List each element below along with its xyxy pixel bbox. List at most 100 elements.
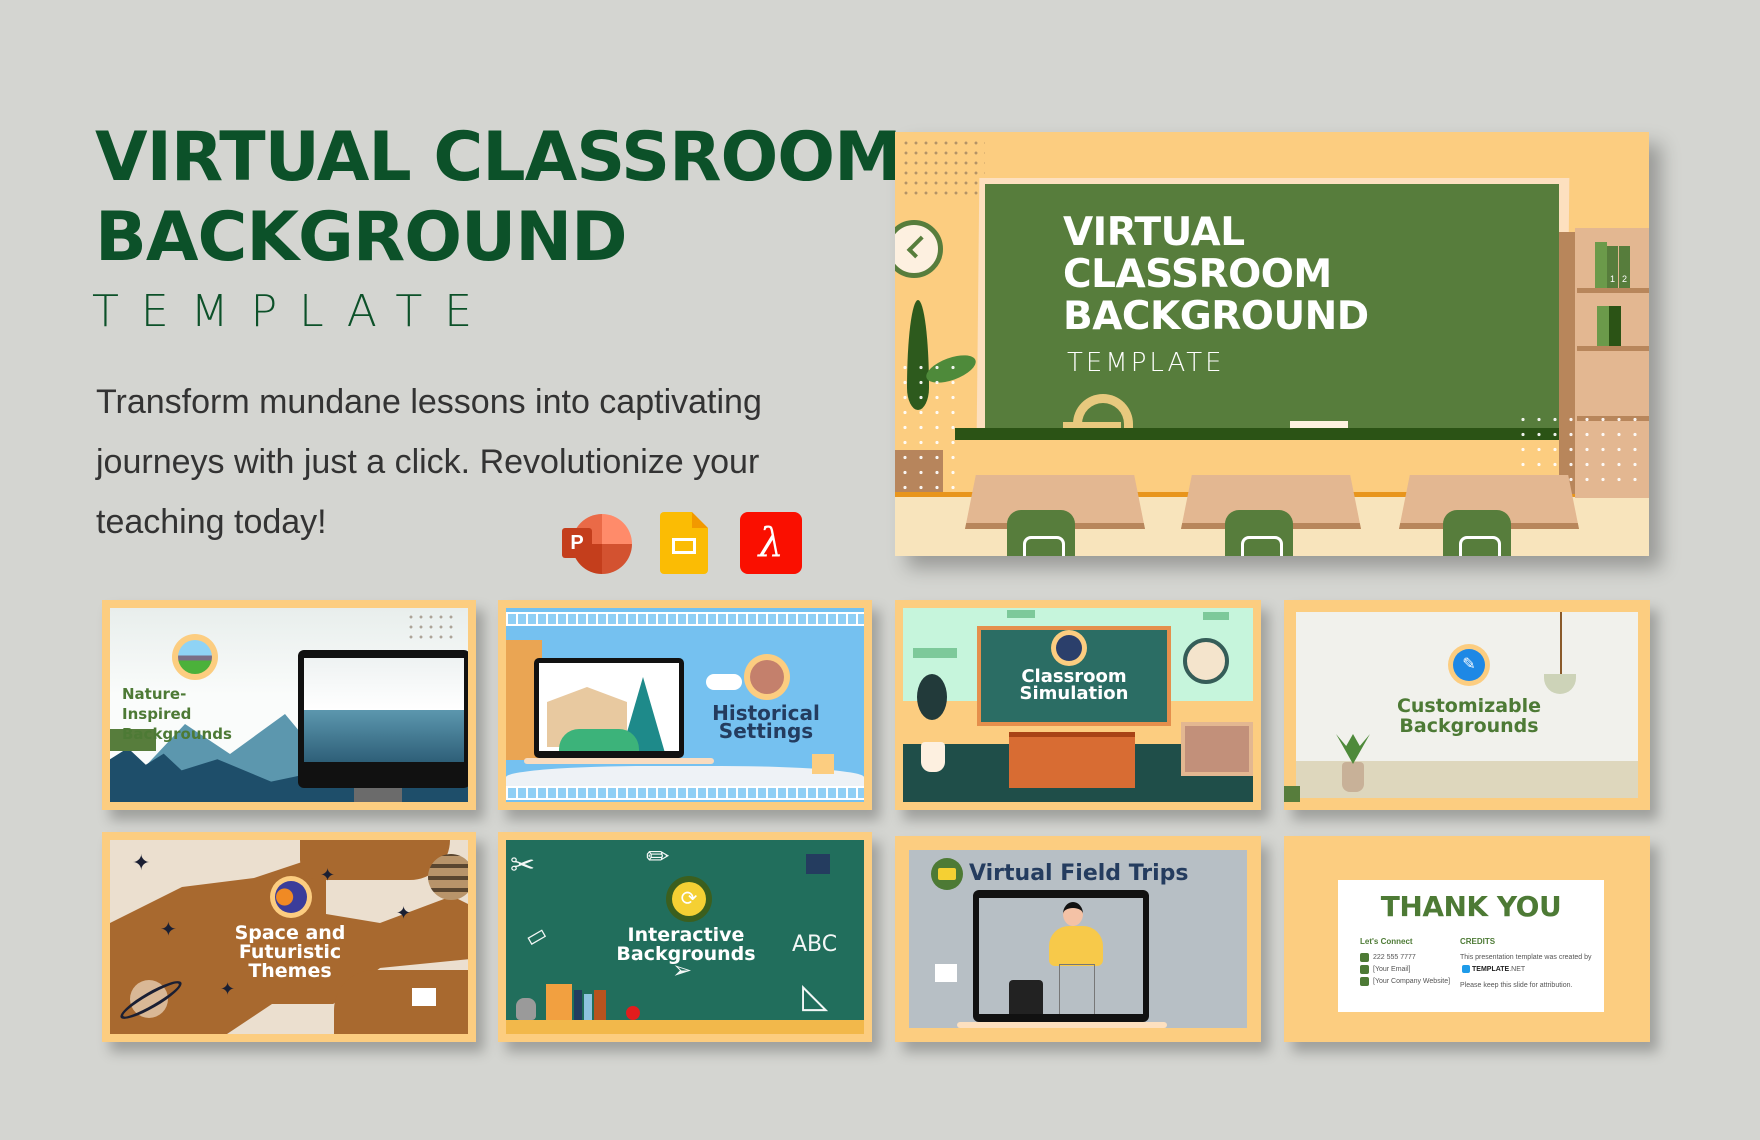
globe-icon [1360, 976, 1369, 986]
pencil-icon-glyph: ✎ [1453, 649, 1485, 681]
hanging-planter-rope [1560, 612, 1562, 676]
phone-icon [1360, 952, 1369, 962]
slide-thumbnail-customizable[interactable]: ✎ Customizable Backgrounds [1284, 600, 1650, 810]
wall-clock-icon [1183, 638, 1229, 684]
bus-icon-image [938, 868, 956, 880]
decorative-dots [901, 138, 985, 198]
credits-brand-suffix: .NET [1509, 966, 1526, 973]
hero-title-line-2: CLASSROOM [1063, 252, 1332, 297]
credits-text: This presentation template was created b… [1460, 952, 1600, 976]
page-title: VIRTUAL CLASSROOM BACKGROUND [95, 118, 902, 278]
star-icon: ✦ [396, 903, 412, 923]
slide-title: Customizable Backgrounds [1356, 696, 1582, 736]
laptop-illustration [973, 890, 1149, 1022]
bush [559, 729, 639, 751]
slide-title-line: Simulation [1019, 683, 1129, 704]
powerpoint-icon[interactable]: P [562, 512, 632, 574]
slide-title: Interactive Backgrounds [586, 926, 786, 964]
credits-column: CREDITS This presentation template was c… [1460, 936, 1600, 992]
solar-system-icon [270, 876, 312, 918]
slide-title: Classroom Simulation [987, 668, 1161, 704]
wall-brick [1007, 610, 1035, 618]
star-icon: ✦ [132, 850, 151, 875]
google-slides-icon[interactable] [660, 512, 708, 574]
slide-thumbnail-interactive[interactable]: ✂ ✏ ▭ ➢ ABC ◺ ⟳ Interactive Backgrounds [498, 832, 872, 1042]
slide-content: Nature-Inspired Backgrounds [110, 608, 468, 802]
student-chair [1443, 510, 1511, 556]
hanging-planter [1544, 674, 1576, 694]
book: 2 [1619, 246, 1630, 288]
bookshelf-shelf [1577, 346, 1649, 351]
scissors-icon: ✂ [510, 848, 536, 883]
title-line-2: BACKGROUND [95, 198, 628, 277]
star-icon: ✦ [320, 865, 336, 885]
book [1595, 242, 1607, 288]
attribution-text: Please keep this slide for attribution. [1460, 982, 1573, 989]
thank-you-panel: THANK YOU Let's Connect 222 555 7777 [Yo… [1338, 880, 1604, 1012]
landscape-icon-image [178, 640, 212, 674]
book [546, 984, 572, 1020]
thank-you-title: THANK YOU [1380, 890, 1562, 923]
slide-thumbnail-thank-you[interactable]: THANK YOU Let's Connect 222 555 7777 [Yo… [1284, 836, 1650, 1042]
hero-title: VIRTUAL CLASSROOM BACKGROUND [1063, 212, 1369, 338]
decorative-dots [406, 612, 454, 640]
website-row: [Your Company Website] [1360, 976, 1450, 988]
suitcase-icon [1009, 980, 1043, 1014]
clock-icon [895, 220, 943, 278]
slide-title-line: Settings [718, 719, 814, 743]
refresh-icon-glyph: ⟳ [672, 882, 706, 916]
slide-thumbnail-nature[interactable]: Nature-Inspired Backgrounds [102, 600, 476, 810]
google-slides-icon-frame [672, 538, 696, 554]
hero-slide-preview[interactable]: VIRTUAL CLASSROOM BACKGROUND TEMPLATE 1 … [895, 132, 1649, 556]
decorative-block [812, 754, 834, 774]
page-subtitle: TEMPLATE [92, 286, 495, 337]
phone-row: 222 555 7777 [1360, 952, 1450, 964]
credits-brand: TEMPLATE [1472, 966, 1510, 973]
slide-content: THANK YOU Let's Connect 222 555 7777 [Yo… [1292, 844, 1642, 1034]
hero-subtitle: TEMPLATE [1067, 348, 1225, 378]
greek-border-top [506, 612, 864, 626]
teacher-desk [1009, 732, 1135, 788]
star-icon: ✦ [160, 919, 177, 941]
wall-brick [913, 648, 957, 658]
ruler-icon: ▭ [521, 920, 552, 953]
adobe-pdf-icon[interactable]: λ [740, 512, 802, 574]
clock-hand [906, 235, 930, 259]
monitor-illustration [298, 650, 468, 788]
plant-leaves [1336, 734, 1370, 764]
format-icons: P λ [562, 512, 802, 574]
slide-content: ✎ Customizable Backgrounds [1296, 612, 1638, 798]
slide-thumbnail-historical[interactable]: Historical Settings [498, 600, 872, 810]
chalkboard-icon-image [1056, 635, 1082, 661]
decorative-dots [897, 360, 967, 490]
slide-title: Space and Futuristic Themes [200, 924, 380, 981]
laptop-base [957, 1022, 1167, 1028]
slide-title-line: Customizable [1396, 695, 1542, 717]
slide-title: Historical Settings [676, 703, 856, 743]
book: 1 [1607, 246, 1618, 288]
email-row: [Your Email] [1360, 964, 1450, 976]
decorative-block [806, 854, 830, 874]
contact-column: Let's Connect 222 555 7777 [Your Email] … [1360, 936, 1450, 988]
hero-title-line-3: BACKGROUND [1063, 294, 1369, 339]
book [574, 990, 582, 1020]
bookshelf-shelf [1577, 288, 1649, 293]
slide-content: ✦ ✦ ✦ ✦ ✦ Space and Futuristic Themes [110, 840, 468, 1034]
slide-thumbnail-space[interactable]: ✦ ✦ ✦ ✦ ✦ Space and Futuristic Themes [102, 832, 476, 1042]
binder [1597, 306, 1609, 346]
laptop-screen [539, 663, 679, 751]
student-chair [1007, 510, 1075, 556]
chalkboard-ledge [955, 428, 1591, 440]
student-chair [1225, 510, 1293, 556]
website-text: [Your Company Website] [1373, 978, 1451, 985]
set-square-icon: ◺ [802, 976, 829, 1016]
slide-thumbnail-field-trips[interactable]: Virtual Field Trips [895, 836, 1261, 1042]
slide-title: Nature-Inspired Backgrounds [122, 684, 252, 744]
slide-content: Historical Settings [506, 608, 864, 802]
plant-pot [921, 742, 945, 772]
slide-content: Virtual Field Trips [909, 850, 1247, 1028]
colosseum-icon-image [750, 660, 784, 694]
phone-text: 222 555 7777 [1373, 954, 1416, 961]
decorative-block [412, 988, 436, 1006]
slide-thumbnail-classroom[interactable]: Classroom Simulation [895, 600, 1261, 810]
